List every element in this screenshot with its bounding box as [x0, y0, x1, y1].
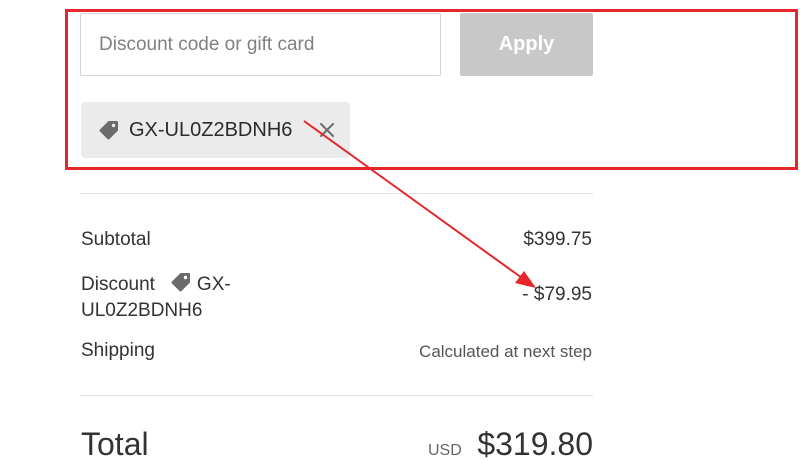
applied-discount-chip: GX-UL0Z2BDNH6	[81, 102, 350, 158]
checkout-order-summary: Apply GX-UL0Z2BDNH6 Subtotal $399.75 Dis…	[0, 0, 800, 460]
apply-discount-button[interactable]: Apply	[460, 13, 593, 76]
discount-label: Discount	[81, 274, 155, 295]
discount-code-part2: UL0Z2BDNH6	[81, 300, 203, 321]
subtotal-value: $399.75	[523, 229, 592, 250]
subtotal-label: Subtotal	[81, 229, 151, 250]
remove-discount-close-icon[interactable]	[316, 119, 338, 141]
discount-label-block: Discount GX- UL0Z2BDNH6	[81, 270, 271, 324]
divider	[80, 395, 593, 396]
discount-value: - $79.95	[522, 284, 592, 305]
total-currency: USD	[428, 442, 462, 459]
shipping-label: Shipping	[81, 340, 155, 361]
divider	[80, 193, 593, 194]
total-amount: $319.80	[477, 426, 593, 460]
shipping-value: Calculated at next step	[419, 342, 592, 361]
tag-icon	[169, 270, 193, 294]
total-label: Total	[81, 426, 149, 460]
applied-discount-code: GX-UL0Z2BDNH6	[129, 118, 293, 141]
discount-code-input[interactable]	[80, 13, 441, 76]
discount-code-part1: GX-	[196, 274, 231, 295]
tag-icon	[97, 118, 121, 142]
